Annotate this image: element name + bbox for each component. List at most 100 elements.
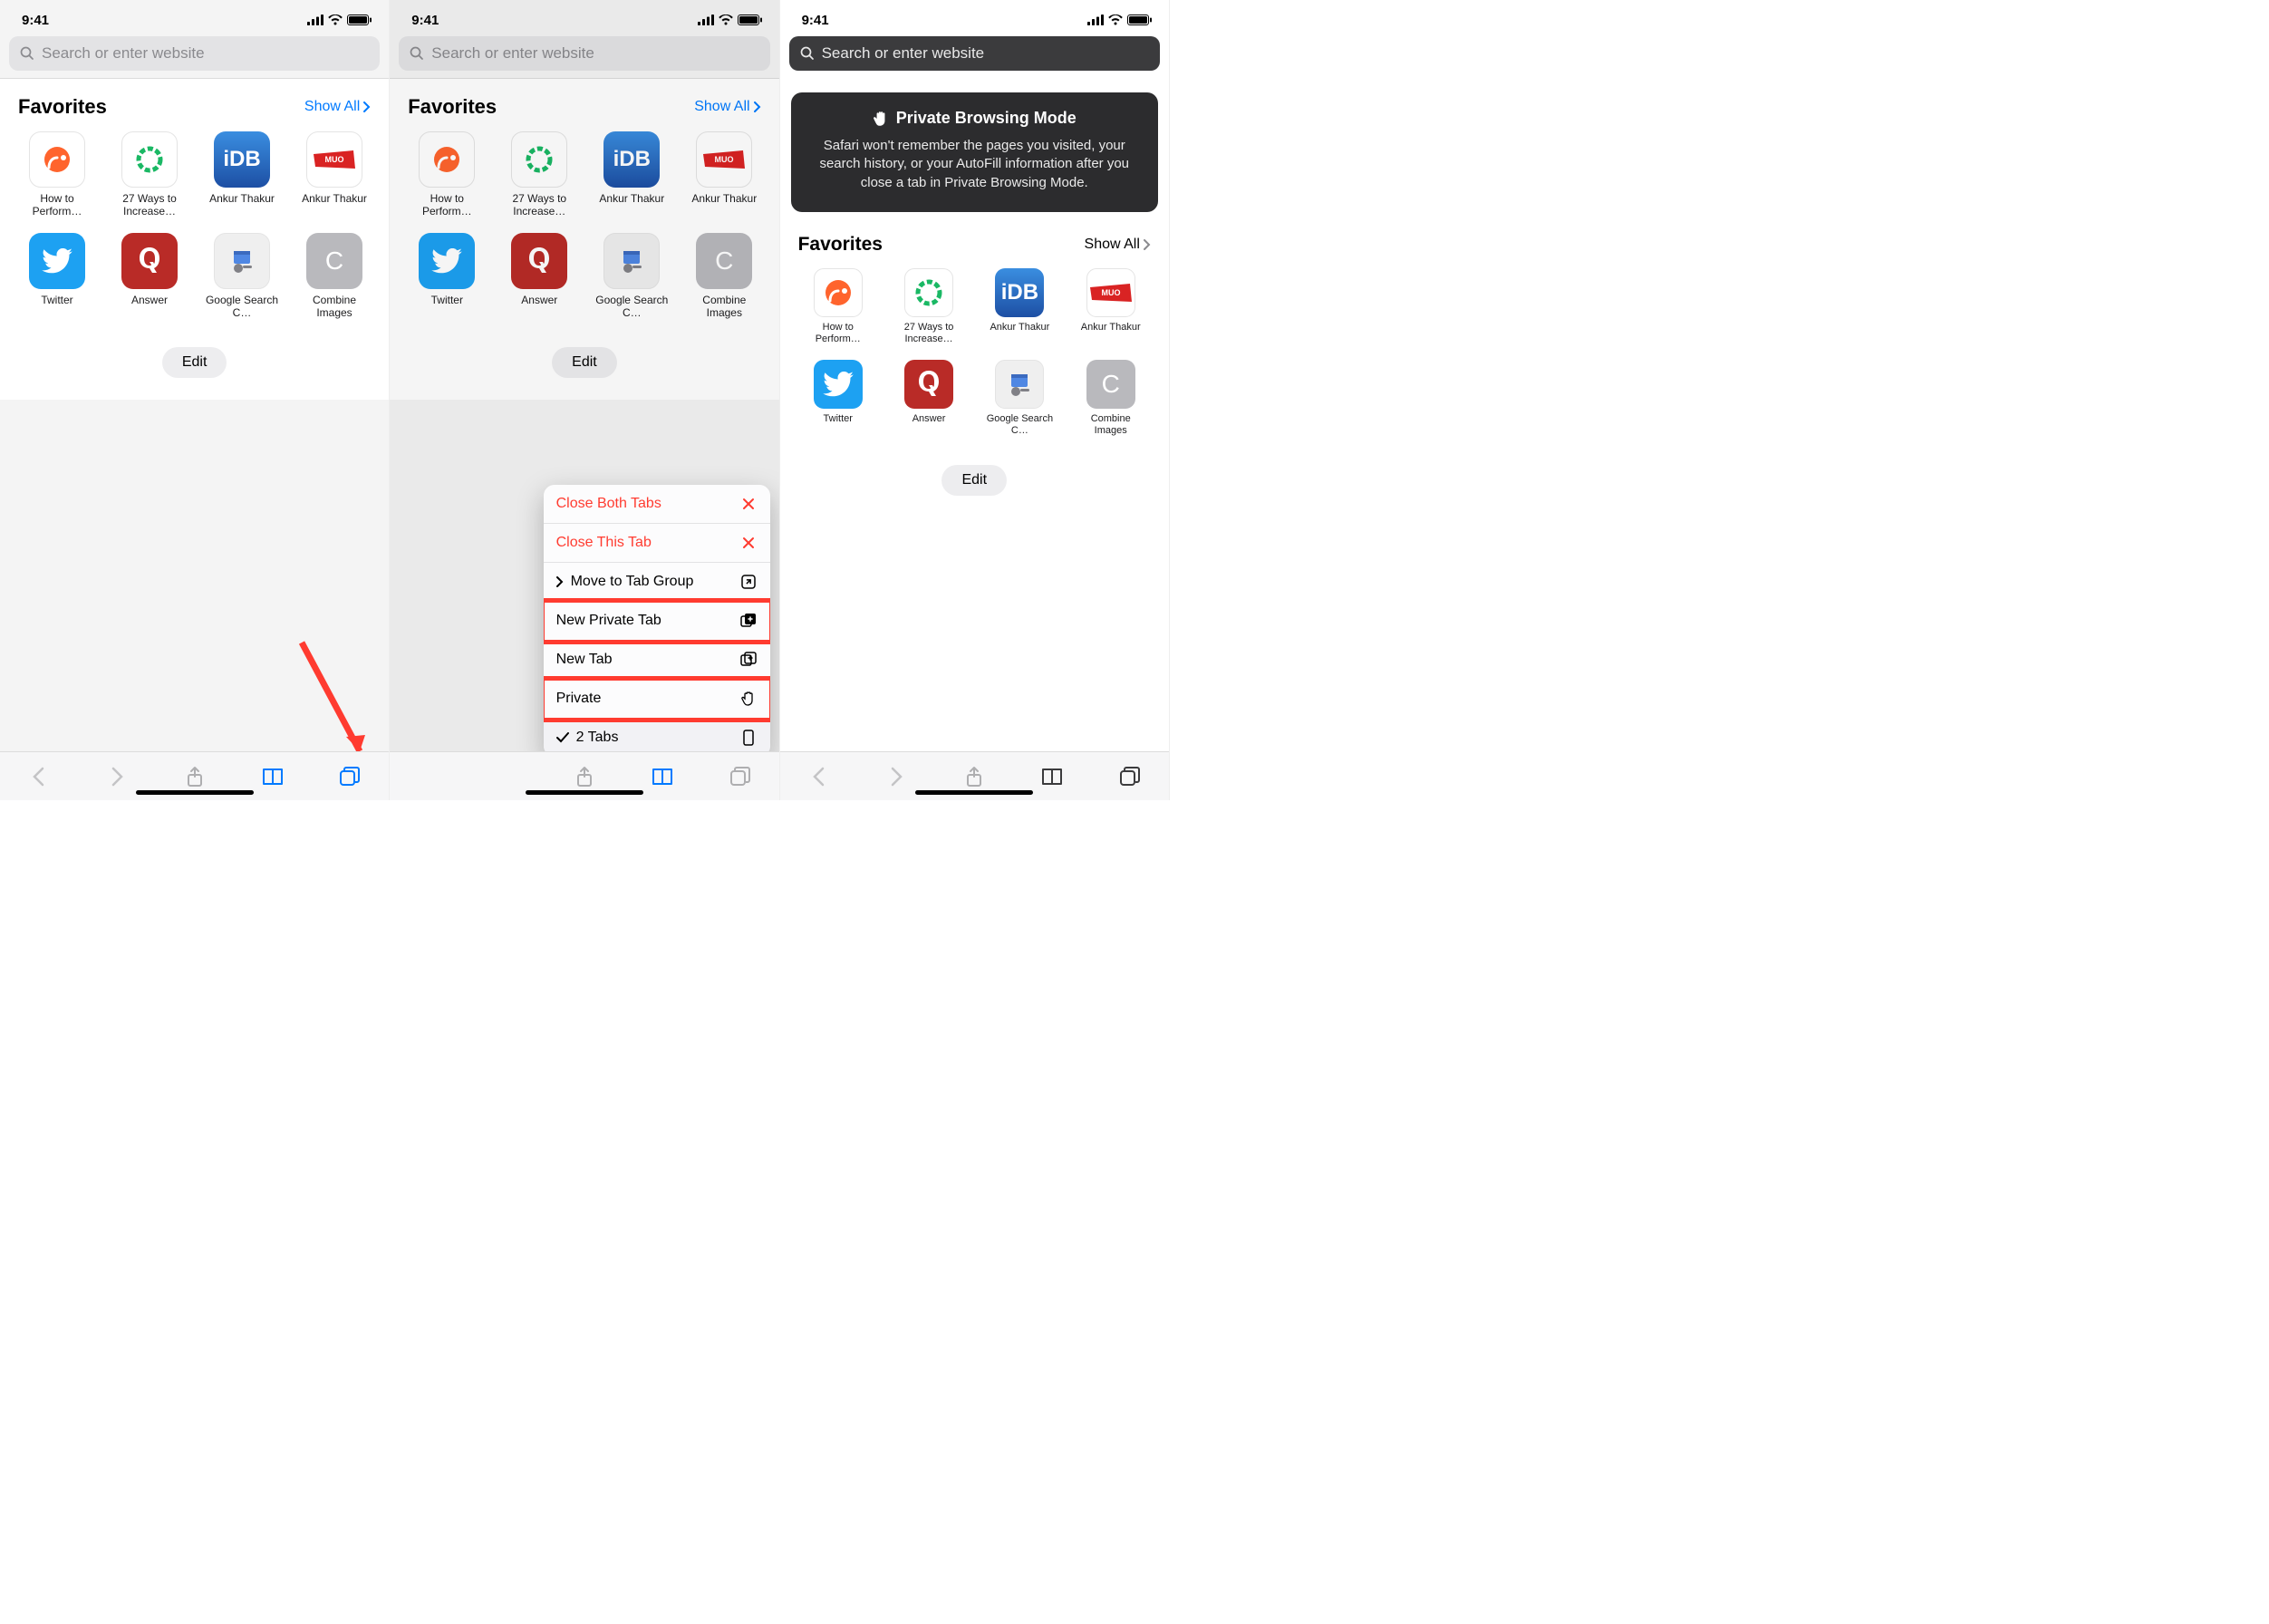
favorites-grid: How to Perform… 27 Ways to Increase…iDBAn… — [18, 131, 371, 320]
battery-icon — [738, 14, 763, 25]
favorite-label: Twitter — [408, 294, 486, 306]
svg-text:MUO: MUO — [1101, 288, 1120, 297]
search-icon — [410, 46, 424, 61]
status-bar: 9:41 — [390, 0, 778, 36]
menu-close-this[interactable]: Close This Tab — [544, 524, 770, 563]
favorite-item[interactable]: iDBAnkur Thakur — [980, 268, 1059, 345]
favorite-item[interactable]: Twitter — [18, 233, 96, 320]
chevron-right-icon — [556, 576, 564, 587]
circle-icon — [904, 268, 953, 317]
favorite-item[interactable]: Answer — [500, 233, 578, 320]
chevron-right-icon — [1144, 239, 1151, 250]
favorite-item[interactable]: Answer — [889, 360, 969, 437]
favorite-item[interactable]: Google Search C… — [203, 233, 281, 320]
status-bar: 9:41 — [780, 0, 1169, 36]
favorite-item[interactable]: CCombine Images — [295, 233, 373, 320]
status-time: 9:41 — [802, 13, 829, 28]
chevron-right-icon — [754, 102, 761, 112]
cell-signal-icon — [1087, 14, 1104, 25]
idb-icon: iDB — [995, 268, 1044, 317]
favorite-item[interactable]: How to Perform… — [798, 268, 878, 345]
favorite-item[interactable]: CCombine Images — [1071, 360, 1151, 437]
favorite-item[interactable]: Google Search C… — [593, 233, 671, 320]
search-input[interactable]: Search or enter website — [399, 36, 769, 71]
favorite-item[interactable]: How to Perform… — [18, 131, 96, 218]
favorite-item[interactable]: Google Search C… — [980, 360, 1059, 437]
edit-button[interactable]: Edit — [162, 347, 227, 378]
menu-new-tab[interactable]: New Tab — [544, 641, 770, 680]
show-all-link[interactable]: Show All — [1085, 237, 1151, 253]
favorite-label: Ankur Thakur — [1075, 322, 1147, 334]
search-input[interactable]: Search or enter website — [789, 36, 1160, 71]
favorite-item[interactable]: Twitter — [798, 360, 878, 437]
favorite-label: Answer — [111, 294, 188, 306]
status-time: 9:41 — [411, 13, 439, 28]
twitter-icon — [814, 360, 863, 409]
favorites-section: Favorites Show All How to Perform… 27 Way… — [0, 79, 389, 329]
favorite-item[interactable]: MUOAnkur Thakur — [295, 131, 373, 218]
muo-icon: MUO — [1086, 268, 1135, 317]
favorite-label: 27 Ways to Increase… — [500, 192, 578, 218]
tabs-button[interactable] — [332, 759, 368, 795]
bookmarks-button[interactable] — [255, 759, 291, 795]
favorite-label: Combine Images — [295, 294, 373, 320]
favorite-item[interactable]: MUO Ankur Thakur — [1071, 268, 1151, 345]
show-all-link[interactable]: Show All — [304, 99, 371, 115]
search-placeholder: Search or enter website — [822, 44, 985, 63]
favorite-item[interactable]: 27 Ways to Increase… — [889, 268, 969, 345]
favorite-item[interactable]: iDBAnkur Thakur — [593, 131, 671, 218]
favorite-item[interactable]: 27 Ways to Increase… — [500, 131, 578, 218]
share-button[interactable] — [177, 759, 213, 795]
bookmarks-button[interactable] — [1034, 759, 1070, 795]
tabs-button[interactable] — [1112, 759, 1148, 795]
favorite-label: 27 Ways to Increase… — [893, 322, 965, 345]
favorites-title: Favorites — [18, 95, 107, 119]
status-bar: 9:41 — [0, 0, 389, 36]
search-input[interactable]: Search or enter website — [9, 36, 380, 71]
show-all-link[interactable]: Show All — [694, 99, 760, 115]
share-button[interactable] — [566, 759, 603, 795]
status-icons — [698, 14, 763, 25]
favorite-item[interactable]: iDBAnkur Thakur — [203, 131, 281, 218]
favorite-label: Google Search C… — [203, 294, 281, 320]
favorite-label: Combine Images — [685, 294, 763, 320]
forward-button[interactable] — [878, 759, 914, 795]
favorite-item[interactable]: CCombine Images — [685, 233, 763, 320]
bookmarks-button[interactable] — [644, 759, 681, 795]
tabs-add-icon — [739, 652, 758, 668]
quora-icon — [121, 233, 178, 289]
favorite-item[interactable]: Answer — [111, 233, 188, 320]
tabs-button[interactable] — [722, 759, 758, 795]
circle-icon — [121, 131, 178, 188]
status-icons — [1087, 14, 1153, 25]
menu-close-both[interactable]: Close Both Tabs — [544, 485, 770, 524]
muo-icon: MUO — [306, 131, 362, 188]
search-icon — [20, 46, 34, 61]
favorite-label: Ankur Thakur — [685, 192, 763, 205]
favorite-item[interactable]: 27 Ways to Increase… — [111, 131, 188, 218]
favorite-label: How to Perform… — [18, 192, 96, 218]
edit-button[interactable]: Edit — [552, 347, 617, 378]
google-icon — [603, 233, 660, 289]
battery-icon — [347, 14, 372, 25]
back-button[interactable] — [21, 759, 57, 795]
favorite-item[interactable]: How to Perform… — [408, 131, 486, 218]
share-button[interactable] — [956, 759, 992, 795]
menu-move-group[interactable]: Move to Tab Group — [544, 563, 770, 602]
menu-new-private-tab[interactable]: New Private Tab — [544, 602, 770, 641]
favorite-label: Twitter — [18, 294, 96, 306]
favorite-label: Answer — [893, 413, 965, 425]
google-icon — [995, 360, 1044, 409]
forward-button[interactable] — [99, 759, 135, 795]
back-button[interactable] — [801, 759, 837, 795]
favorite-label: How to Perform… — [802, 322, 874, 345]
svg-text:MUO: MUO — [325, 155, 344, 164]
circle-icon — [511, 131, 567, 188]
private-desc: Safari won't remember the pages you visi… — [809, 137, 1140, 192]
favorite-item[interactable]: MUOAnkur Thakur — [685, 131, 763, 218]
status-icons — [307, 14, 372, 25]
menu-private[interactable]: Private — [544, 680, 770, 719]
edit-button[interactable]: Edit — [941, 465, 1007, 496]
favorite-item[interactable]: Twitter — [408, 233, 486, 320]
favorite-label: Google Search C… — [593, 294, 671, 320]
